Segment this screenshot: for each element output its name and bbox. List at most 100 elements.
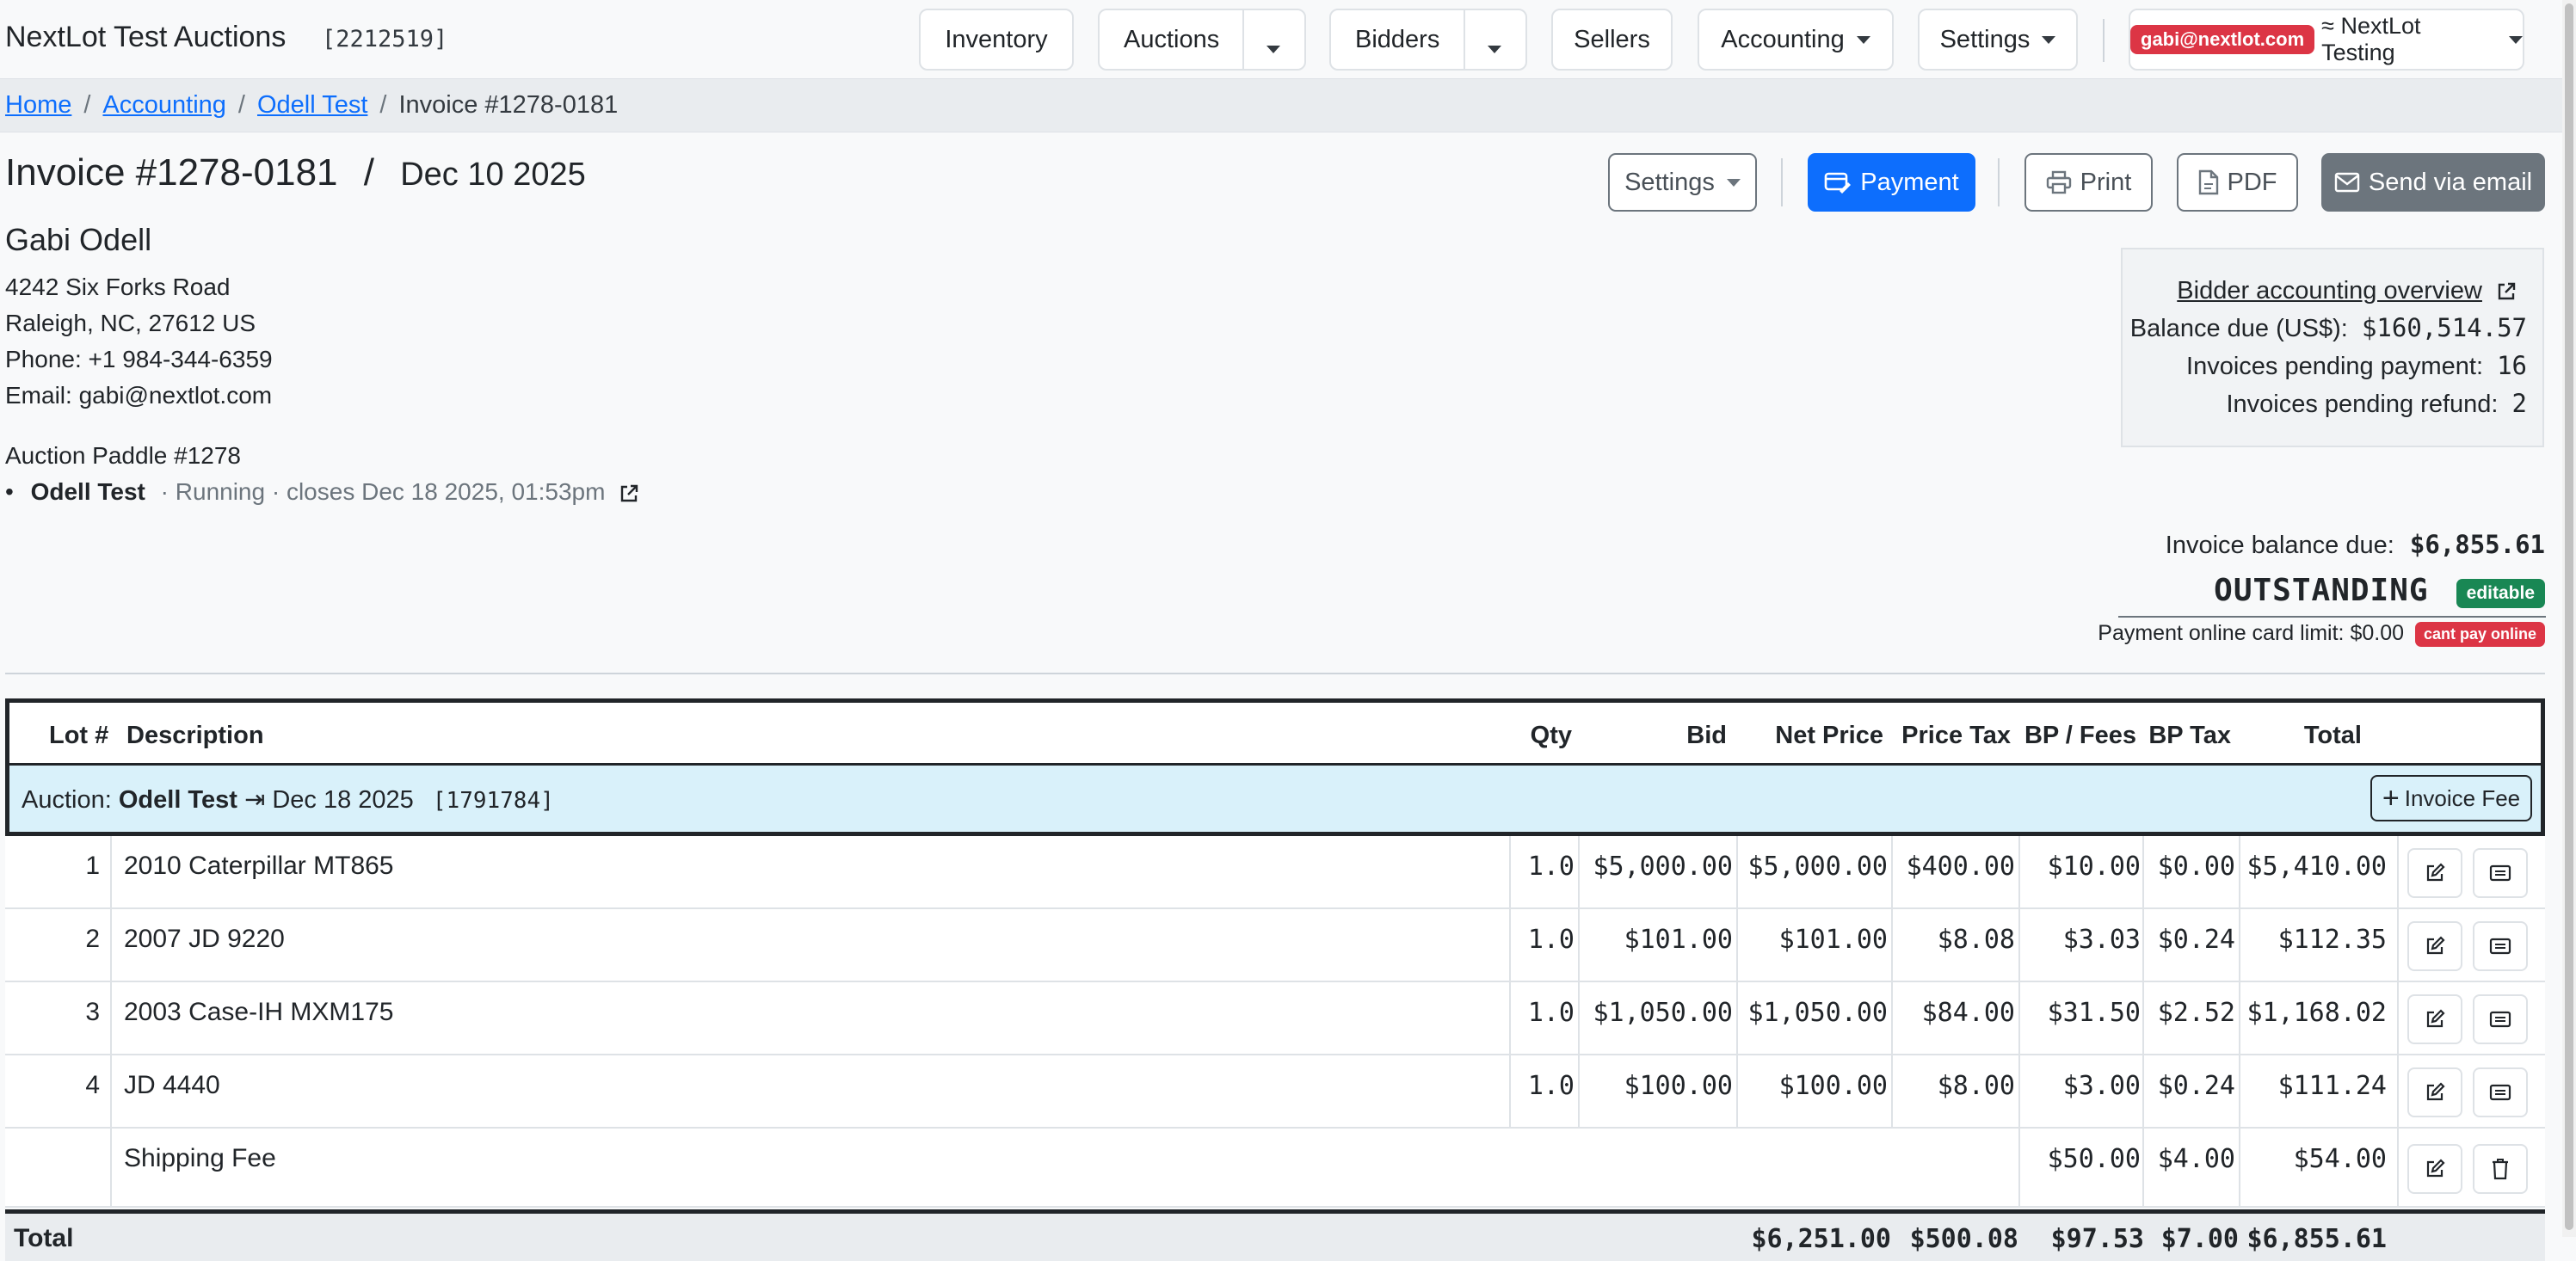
cell-total: $1,168.02 [2246, 998, 2387, 1028]
fee-description: Shipping Fee [124, 1144, 276, 1172]
invoice-balance-label: Invoice balance due: [2165, 532, 2394, 559]
fee-row: Shipping Fee $50.00 $4.00 $54.00 [5, 1129, 2545, 1208]
invoice-status-row: OUTSTANDING editable [2214, 573, 2545, 609]
cell-net-price: $101.00 [1778, 925, 1888, 955]
chevron-down-icon [1726, 178, 1741, 187]
cell-bp-fees: $31.50 [2047, 998, 2141, 1028]
cell-bp-fees: $3.00 [2062, 1071, 2141, 1101]
cant-pay-online-badge: cant pay online [2414, 621, 2545, 647]
breadcrumb-accounting-link[interactable]: Accounting [102, 91, 226, 119]
cell-net-price: $5,000.00 [1747, 852, 1888, 882]
balance-due-value: $160,514.57 [2361, 313, 2527, 342]
cell-price-tax: $400.00 [1906, 852, 2015, 882]
user-menu-button[interactable]: gabi@nextlot.com ≈ NextLot Testing [2129, 9, 2524, 71]
cell-price-tax: $8.00 [1937, 1071, 2015, 1101]
nav-inventory-label: Inventory [945, 25, 1048, 53]
nav-sellers-button[interactable]: Sellers [1551, 9, 1673, 71]
nav-bidders-dropdown-toggle[interactable] [1488, 34, 1501, 63]
site-brand[interactable]: NextLot Test Auctions [5, 21, 286, 54]
cell-qty: 1.0 [1527, 925, 1575, 955]
fee-bp-fees: $50.00 [2047, 1144, 2141, 1174]
totals-label: Total [14, 1224, 74, 1252]
table-totals-row: Total $6,251.00 $500.08 $97.53 $7.00 $6,… [5, 1209, 2545, 1261]
table-row: 4 JD 4440 1.0 $100.00 $100.00 $8.00 $3.00 $0.24… [5, 1055, 2545, 1129]
lot-number: 3 [85, 998, 100, 1026]
page-title: Invoice #1278-0181 / Dec 10 2025 [5, 151, 586, 194]
external-link-icon[interactable] [619, 483, 639, 504]
lot-number: 1 [85, 852, 100, 880]
chevron-down-icon [1266, 45, 1280, 53]
auction-paddle: Auction Paddle #1278 [5, 442, 241, 469]
breadcrumb: Home / Accounting / Odell Test / Invoice #1278… [0, 79, 2562, 132]
nav-inventory-button[interactable]: Inventory [919, 9, 1074, 71]
col-bid: Bid [1686, 722, 1727, 749]
cell-net-price: $100.00 [1778, 1071, 1888, 1101]
nav-settings-label: Settings [1939, 25, 2031, 53]
breadcrumb-separator: / [83, 91, 91, 119]
totals-bp-tax: $7.00 [2160, 1224, 2239, 1254]
bidder-accounting-overview-link[interactable]: Bidder accounting overview [2177, 277, 2482, 304]
pending-payment-label: Invoices pending payment: [2186, 353, 2484, 380]
edit-row-button[interactable] [2407, 994, 2462, 1044]
nav-auctions-button[interactable]: Auctions [1098, 9, 1306, 71]
delete-fee-button[interactable] [2473, 1144, 2528, 1194]
printer-icon [2046, 170, 2071, 194]
customer-email: Email: gabi@nextlot.com [5, 382, 273, 409]
cell-bp-fees: $3.03 [2062, 925, 2141, 955]
nav-settings-button[interactable]: Settings [1918, 9, 2078, 71]
pdf-button[interactable]: PDF [2177, 153, 2298, 212]
details-card-icon [2489, 1011, 2511, 1028]
cell-bp-tax: $0.00 [2157, 852, 2235, 882]
col-net-price: Net Price [1775, 722, 1883, 749]
invoice-number: Invoice #1278-0181 [5, 151, 338, 194]
add-invoice-fee-button[interactable]: + Invoice Fee [2370, 775, 2532, 821]
lot-description: 2010 Caterpillar MT865 [124, 852, 394, 880]
customer-address-line1: 4242 Six Forks Road [5, 274, 231, 300]
lot-description: 2003 Case-IH MXM175 [124, 998, 394, 1026]
auction-name-link[interactable]: Odell Test [31, 478, 145, 505]
nav-auctions-dropdown-toggle[interactable] [1266, 34, 1280, 63]
edit-fee-button[interactable] [2407, 1144, 2462, 1194]
row-details-button[interactable] [2473, 921, 2528, 971]
customer-address-line2: Raleigh, NC, 27612 US [5, 310, 256, 336]
col-bp-fees: BP / Fees [2024, 722, 2136, 749]
table-header: Lot # Description Qty Bid Net Price Pric… [5, 698, 2545, 767]
col-bp-tax: BP Tax [2148, 722, 2231, 749]
totals-bp-fees: $97.53 [2050, 1224, 2144, 1254]
page-scrollbar[interactable] [2562, 0, 2576, 1237]
nav-sellers-label: Sellers [1574, 25, 1650, 53]
col-total: Total [2303, 722, 2362, 749]
scrollbar-thumb[interactable] [2565, 3, 2573, 1230]
balance-due-label: Balance due (US$): [2129, 315, 2348, 342]
breadcrumb-home-link[interactable]: Home [5, 91, 71, 119]
arrow-right-to-bar-icon: ⇥ [243, 786, 266, 814]
send-via-email-button[interactable]: Send via email [2321, 153, 2545, 212]
edit-row-button[interactable] [2407, 848, 2462, 898]
auction-group-date: Dec 18 2025 [272, 786, 414, 814]
edit-row-button[interactable] [2407, 1067, 2462, 1117]
totals-total: $6,855.61 [2246, 1224, 2387, 1254]
payment-button[interactable]: Payment [1808, 153, 1975, 212]
edit-icon [2426, 863, 2445, 882]
row-details-button[interactable] [2473, 994, 2528, 1044]
row-details-button[interactable] [2473, 1067, 2528, 1117]
status-badge: OUTSTANDING [2214, 573, 2429, 608]
pending-payment-count: 16 [2497, 351, 2527, 380]
nav-bidders-button[interactable]: Bidders [1329, 9, 1527, 71]
pdf-file-icon [2198, 169, 2218, 195]
external-link-icon[interactable] [2496, 281, 2517, 302]
cell-bp-tax: $0.24 [2157, 925, 2235, 955]
edit-icon [2426, 1009, 2445, 1028]
nav-accounting-label: Accounting [1721, 25, 1845, 53]
invoice-settings-button[interactable]: Settings [1608, 153, 1757, 212]
nav-accounting-button[interactable]: Accounting [1698, 9, 1894, 71]
envelope-icon [2334, 172, 2360, 193]
card-limit-row: Payment online card limit: $0.00 cant pa… [2098, 621, 2545, 647]
breadcrumb-separator: / [379, 91, 387, 119]
cell-net-price: $1,050.00 [1747, 998, 1888, 1028]
print-button[interactable]: Print [2024, 153, 2153, 212]
auction-group-name: Odell Test [118, 786, 237, 814]
breadcrumb-bidder-link[interactable]: Odell Test [257, 91, 367, 119]
row-details-button[interactable] [2473, 848, 2528, 898]
edit-row-button[interactable] [2407, 921, 2462, 971]
